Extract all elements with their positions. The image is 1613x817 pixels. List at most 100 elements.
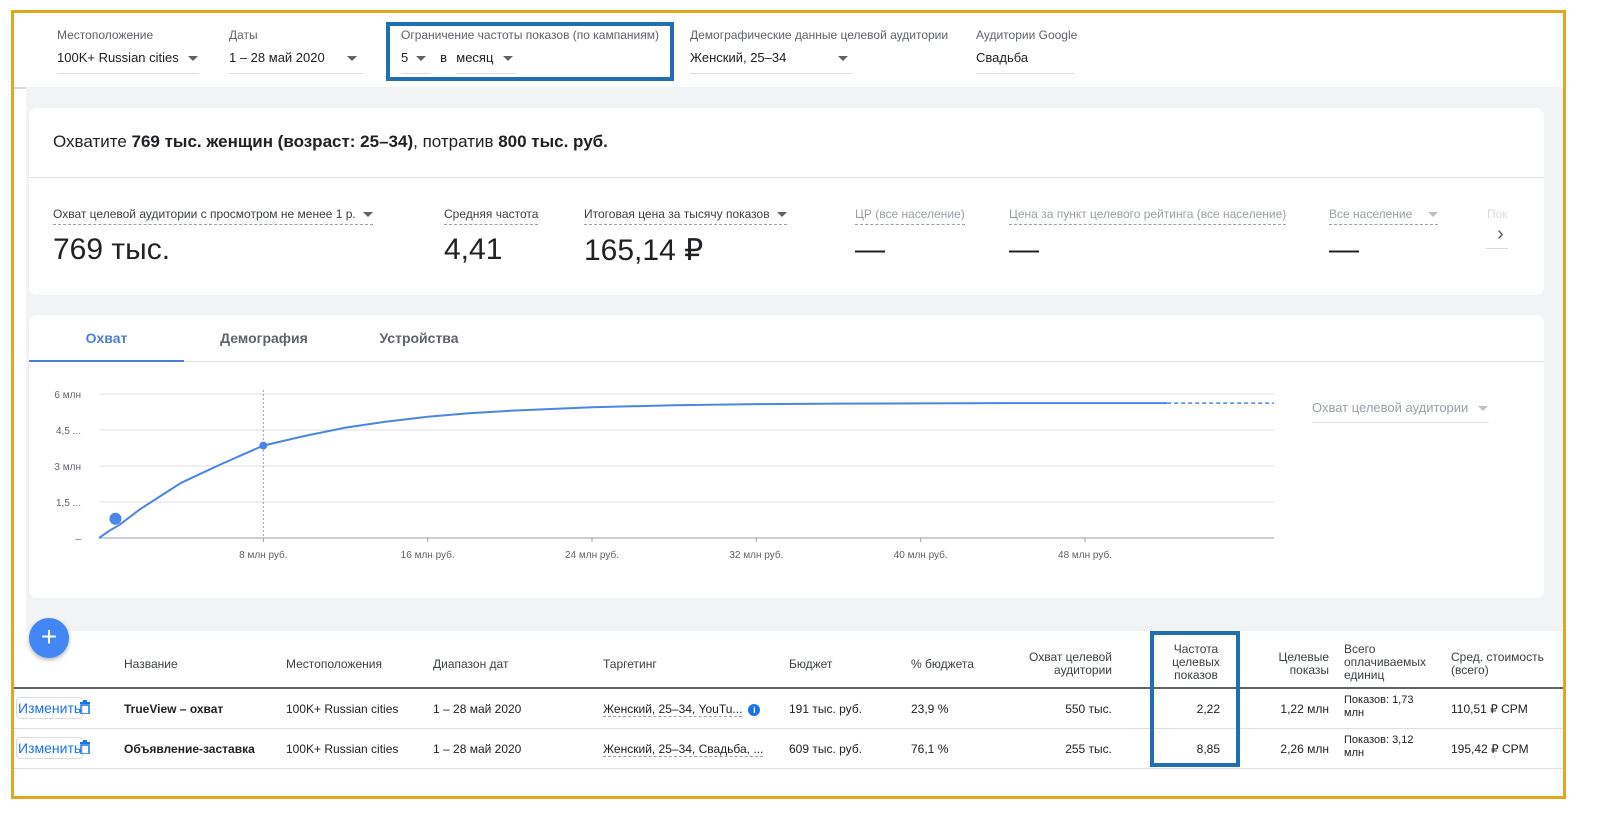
- header-locations[interactable]: Местоположения: [286, 658, 382, 671]
- row-avg-cost: 195,42 ₽ CPM: [1451, 742, 1529, 756]
- metric-grp-label: ЦР (все население): [855, 207, 965, 225]
- location-value: 100K+ Russian cities: [57, 50, 179, 65]
- metric-reach-select[interactable]: Охват целевой аудитории с просмотром не …: [53, 207, 374, 225]
- y-tick-label: –: [75, 534, 81, 545]
- dates-label: Даты: [229, 28, 258, 42]
- header-reach[interactable]: Охват целевой аудитории: [1022, 651, 1112, 677]
- audiences-select[interactable]: Свадьба: [976, 50, 1074, 74]
- row-reach: 550 тыс.: [1065, 702, 1112, 716]
- header-dates[interactable]: Диапазон дат: [433, 658, 508, 671]
- x-tick-label: 40 млн руб.: [894, 549, 948, 561]
- dates-value: 1 – 28 май 2020: [229, 50, 325, 65]
- chevron-down-icon: [1427, 212, 1438, 218]
- y-tick-label: 1,5 ...: [56, 498, 81, 509]
- trash-icon[interactable]: [80, 740, 90, 754]
- plan-table: Название Местоположения Диапазон дат Тар…: [14, 631, 1563, 796]
- metric-avg-frequency-value: 4,41: [444, 233, 503, 266]
- header-avg-cost[interactable]: Сред. стоимость (всего): [1451, 651, 1557, 677]
- reach-line: [98, 402, 1168, 539]
- location-select[interactable]: 100K+ Russian cities: [57, 50, 199, 74]
- chevron-down-icon: [188, 56, 199, 62]
- data-point[interactable]: [259, 441, 268, 450]
- row-name: TrueView – охват: [124, 702, 224, 716]
- header-budget-pct[interactable]: % бюджета: [911, 658, 974, 671]
- metric-underline: [1486, 248, 1508, 249]
- metric-cpm-value: 165,14 ₽: [584, 234, 704, 267]
- row-impressions: 1,22 млн: [1280, 702, 1329, 716]
- table-row: Изменить Объявление-заставка 100K+ Russi…: [14, 729, 1563, 769]
- chevron-down-icon: [347, 56, 357, 61]
- edit-button[interactable]: Изменить: [16, 697, 84, 719]
- metric-avg-frequency: Средняя частота 4,41: [444, 207, 539, 267]
- row-billable: Показов: 3,12 млн: [1344, 734, 1414, 759]
- tabs-bar: Охват Демография Устройства: [29, 315, 1544, 362]
- chevron-down-icon: [838, 56, 848, 61]
- tab-devices[interactable]: Устройства: [354, 315, 484, 362]
- frequency-highlight: [386, 22, 674, 81]
- row-budget: 191 тыс. руб.: [789, 702, 863, 716]
- metric-population-select[interactable]: Все население: [1329, 207, 1438, 225]
- edit-button[interactable]: Изменить: [16, 737, 84, 759]
- metric-grp-value: —: [855, 233, 885, 266]
- row-reach: 255 тыс.: [1065, 742, 1112, 756]
- row-locations: 100K+ Russian cities: [286, 702, 399, 716]
- row-budget: 609 тыс. руб.: [789, 742, 863, 756]
- y-tick-label: 4,5 ...: [56, 426, 81, 437]
- metric-grp: ЦР (все население) —: [855, 207, 965, 267]
- metric-population-label: Все население: [1329, 207, 1413, 221]
- metric-cpm-select[interactable]: Итоговая цена за тысячу показов: [584, 207, 787, 225]
- header-name[interactable]: Название: [124, 658, 178, 671]
- tab-demographics[interactable]: Демография: [199, 315, 329, 362]
- info-icon[interactable]: i: [748, 703, 761, 716]
- demographics-select[interactable]: Женский, 25–34: [690, 50, 852, 74]
- row-budget-pct: 76,1 %: [911, 742, 949, 756]
- demographics-filter[interactable]: Демографические данные целевой аудитории…: [690, 28, 948, 74]
- metric-impressions-label: Показ: [1487, 207, 1507, 221]
- metric-cpm-label: Итоговая цена за тысячу показов: [584, 207, 770, 221]
- frequency-column-highlight: [1150, 631, 1240, 767]
- row-dates: 1 – 28 май 2020: [433, 742, 522, 756]
- row-targeting[interactable]: Женский, 25–34, Свадьба, ...: [603, 742, 764, 757]
- summary-headline: Охватите 769 тыс. женщин (возраст: 25–34…: [53, 132, 608, 152]
- header-targeting[interactable]: Таргетинг: [603, 658, 657, 671]
- header-billable[interactable]: Всего оплачиваемых единиц: [1344, 643, 1434, 682]
- metric-reach: Охват целевой аудитории с просмотром не …: [53, 207, 374, 267]
- chart-metric-value: Охват целевой аудитории: [1312, 400, 1469, 415]
- x-tick-label: 32 млн руб.: [729, 549, 783, 561]
- demographics-label: Демографические данные целевой аудитории: [690, 28, 949, 42]
- summary-header: Охватите 769 тыс. женщин (возраст: 25–34…: [29, 108, 1544, 178]
- add-plan-button[interactable]: +: [29, 618, 69, 658]
- tab-reach[interactable]: Охват: [29, 315, 184, 362]
- header-budget[interactable]: Бюджет: [789, 658, 832, 671]
- chevron-down-icon: [1477, 406, 1488, 412]
- chevron-right-icon[interactable]: ›: [1497, 223, 1504, 246]
- audiences-filter[interactable]: Аудитории Google Свадьба: [976, 28, 1077, 74]
- table-row: Изменить TrueView – охват 100K+ Russian …: [14, 689, 1563, 729]
- metric-reach-value: 769 тыс.: [53, 233, 171, 266]
- metric-cprp-value: —: [1009, 233, 1039, 266]
- row-dates: 1 – 28 май 2020: [433, 702, 522, 716]
- header-impressions[interactable]: Целевые показы: [1259, 651, 1329, 677]
- metric-cpm: Итоговая цена за тысячу показов 165,14 ₽: [584, 207, 787, 268]
- data-point[interactable]: [109, 512, 122, 525]
- reach-chart: 6 млн 4,5 ... 3 млн 1,5 ... – 8 млн руб. 16 мл…: [54, 390, 1274, 561]
- dates-select[interactable]: 1 – 28 май 2020: [229, 50, 363, 74]
- demographics-value: Женский, 25–34: [690, 50, 787, 65]
- metric-reach-label: Охват целевой аудитории с просмотром не …: [53, 207, 356, 221]
- chart-metric-select[interactable]: Охват целевой аудитории: [1312, 400, 1489, 423]
- dates-filter[interactable]: Даты 1 – 28 май 2020: [229, 28, 363, 74]
- metric-population: Все население —: [1329, 207, 1438, 267]
- chevron-down-icon: [776, 212, 787, 218]
- headline-mid: , потратив: [413, 132, 499, 151]
- filter-bar: Местоположение 100K+ Russian cities Даты…: [14, 13, 1563, 89]
- trash-icon[interactable]: [80, 700, 90, 714]
- metric-population-value: —: [1329, 233, 1359, 266]
- row-targeting[interactable]: Женский, 25–34, YouTu... i: [603, 702, 761, 717]
- x-tick-label: 16 млн руб.: [401, 549, 455, 561]
- location-filter[interactable]: Местоположение 100K+ Russian cities: [57, 28, 199, 74]
- headline-reach: 769 тыс. женщин (возраст: 25–34): [131, 132, 414, 151]
- row-budget-pct: 23,9 %: [911, 702, 949, 716]
- reach-planner: Местоположение 100K+ Russian cities Даты…: [14, 13, 1563, 796]
- location-label: Местоположение: [57, 28, 154, 42]
- row-name: Объявление-заставка: [124, 742, 255, 756]
